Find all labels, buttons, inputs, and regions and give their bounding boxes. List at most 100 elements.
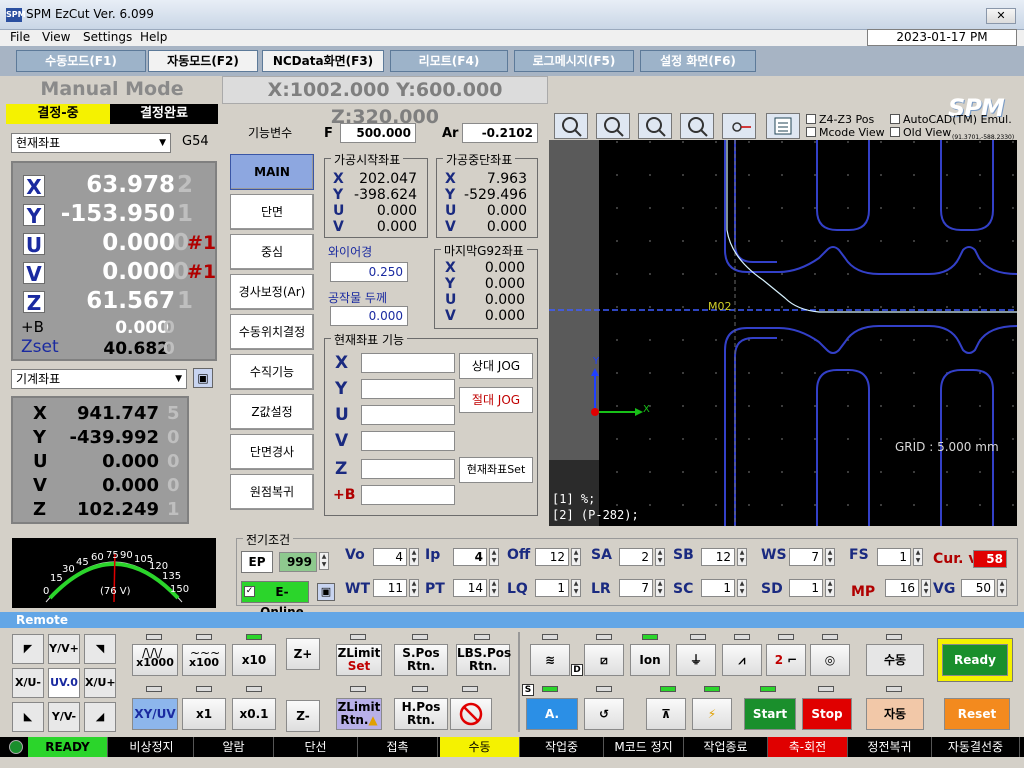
auto-mode-button[interactable]: 자동 xyxy=(866,698,924,730)
jog-up-left-button[interactable]: ◤ xyxy=(12,634,44,664)
coord-type-select[interactable]: 현재좌표 ▼ xyxy=(11,133,171,153)
tank-icon[interactable]: ≋ xyxy=(530,644,570,676)
jog-down-right-button[interactable]: ◢ xyxy=(84,702,116,732)
manual-mode-button[interactable]: 수동 xyxy=(866,644,924,676)
tension-icon[interactable]: ↺ xyxy=(584,698,624,730)
status-decided[interactable]: 결정완료 xyxy=(110,104,218,124)
spark-wave-icon[interactable]: ⩘ xyxy=(722,644,762,676)
ion-button[interactable]: Ion xyxy=(630,644,670,676)
cur-v-input[interactable] xyxy=(361,431,455,451)
lbspos-rtn-button[interactable]: LBS.Pos Rtn. xyxy=(456,644,511,676)
coil-icon[interactable]: ◎ xyxy=(810,644,850,676)
param-fs-spin[interactable]: ▲ ▼ xyxy=(913,548,923,566)
param-sa-value[interactable]: 2 xyxy=(619,548,653,566)
jog-xu-minus-button[interactable]: X/U- xyxy=(12,668,44,698)
cad-view[interactable]: M02 X Y GRID : 5.000 mm [1] %; [2] (P-28… xyxy=(549,140,1017,526)
param-lr-spin[interactable]: ▲ ▼ xyxy=(655,579,665,597)
thickness-input[interactable]: 0.000 xyxy=(330,306,408,326)
param-lq-value[interactable]: 1 xyxy=(535,579,569,597)
tab-log[interactable]: 로그메시지(F5) xyxy=(514,50,634,72)
param-pt-value[interactable]: 14 xyxy=(453,579,487,597)
z4z3-checkbox[interactable]: Z4-Z3 Pos xyxy=(806,113,874,126)
jog-uv0-button[interactable]: UV.0 xyxy=(48,668,80,698)
tilt-correct-button[interactable]: 경사보정(Ar) xyxy=(230,274,314,310)
menu-settings[interactable]: Settings xyxy=(83,30,132,44)
tab-remote[interactable]: 리모트(F4) xyxy=(390,50,508,72)
start-button[interactable]: Start xyxy=(744,698,796,730)
wire-cut-icon[interactable]: ⧄ xyxy=(584,644,624,676)
param-sc-spin[interactable]: ▲ ▼ xyxy=(737,579,747,597)
param-sc-value[interactable]: 1 xyxy=(701,579,735,597)
save-icon[interactable]: ▣ xyxy=(317,583,335,601)
param-off-value[interactable]: 12 xyxy=(535,548,569,566)
vertical-button[interactable]: 수직기능 xyxy=(230,354,314,390)
param-wt-value[interactable]: 11 xyxy=(373,579,407,597)
home-return-button[interactable]: 원점복귀 xyxy=(230,474,314,510)
zlimit-rtn-button[interactable]: ZLimit Rtn.▲ xyxy=(336,698,382,730)
z-set-button[interactable]: Z값설정 xyxy=(230,394,314,430)
ep-value[interactable]: 999 xyxy=(279,552,317,572)
param-vg-value[interactable]: 50 xyxy=(961,579,995,597)
z-minus-button[interactable]: Z- xyxy=(286,700,320,732)
reset-button[interactable]: Reset xyxy=(944,698,1010,730)
param-ip-value[interactable]: 4 xyxy=(453,548,487,566)
param-sa-spin[interactable]: ▲ ▼ xyxy=(655,548,665,566)
z-plus-button[interactable]: Z+ xyxy=(286,638,320,670)
param-vo-spin[interactable]: ▲ ▼ xyxy=(409,548,419,566)
machine-coord-select[interactable]: 기계좌표 ▼ xyxy=(11,369,187,389)
param-sd-value[interactable]: 1 xyxy=(789,579,823,597)
step-x1-button[interactable]: x1 xyxy=(182,698,226,730)
param-lr-value[interactable]: 7 xyxy=(619,579,653,597)
ready-button[interactable]: Ready xyxy=(942,644,1008,676)
zoom-b-icon[interactable] xyxy=(638,113,672,139)
tab-ncdata[interactable]: NCData화면(F3) xyxy=(262,50,384,72)
absolute-jog-button[interactable]: 절대 JOG xyxy=(459,387,533,413)
param-sb-value[interactable]: 12 xyxy=(701,548,735,566)
manual-position-button[interactable]: 수동위치결정 xyxy=(230,314,314,350)
wire-feed-icon[interactable]: ⊼ xyxy=(646,698,686,730)
face-tilt-button[interactable]: 단면경사 xyxy=(230,434,314,470)
menu-view[interactable]: View xyxy=(42,30,70,44)
f-input[interactable]: 500.000 xyxy=(340,123,416,143)
coord-set-button[interactable]: 현재좌표Set xyxy=(459,457,533,483)
xyuv-button[interactable]: XY/UV xyxy=(132,698,178,730)
menu-file[interactable]: File xyxy=(10,30,30,44)
ep-spin[interactable]: ▲ ▼ xyxy=(319,552,329,570)
relative-jog-button[interactable]: 상대 JOG xyxy=(459,353,533,379)
param-sb-spin[interactable]: ▲ ▼ xyxy=(737,548,747,566)
ep-button[interactable]: EP xyxy=(241,551,273,573)
tab-settings[interactable]: 설정 화면(F6) xyxy=(640,50,756,72)
jog-down-left-button[interactable]: ◣ xyxy=(12,702,44,732)
hpos-disabled-button[interactable] xyxy=(450,698,492,730)
param-ip-spin[interactable]: ▲ ▼ xyxy=(489,548,499,566)
tab-auto[interactable]: 자동모드(F2) xyxy=(148,50,258,72)
zlimit-set-button[interactable]: ZLimit Set xyxy=(336,644,382,676)
jog-yv-plus-button[interactable]: Y/V+ xyxy=(48,634,80,664)
param-fs-value[interactable]: 1 xyxy=(877,548,911,566)
main-button[interactable]: MAIN xyxy=(230,154,314,190)
param-sd-spin[interactable]: ▲ ▼ xyxy=(825,579,835,597)
zoom-window-icon[interactable] xyxy=(554,113,588,139)
face-button[interactable]: 단면 xyxy=(230,194,314,230)
oldview-checkbox[interactable]: Old View xyxy=(890,126,951,139)
param-pt-spin[interactable]: ▲ ▼ xyxy=(489,579,499,597)
close-button[interactable]: ✕ xyxy=(986,8,1016,24)
param-vg-spin[interactable]: ▲ ▼ xyxy=(997,579,1007,597)
center-button[interactable]: 중심 xyxy=(230,234,314,270)
cur-x-input[interactable] xyxy=(361,353,455,373)
step2-icon[interactable]: 2 ⌐ xyxy=(766,644,806,676)
param-vo-value[interactable]: 4 xyxy=(373,548,407,566)
mcode-checkbox[interactable]: Mcode View xyxy=(806,126,885,139)
ar-input[interactable]: -0.2102 xyxy=(462,123,538,143)
power-icon[interactable]: ⚡ xyxy=(692,698,732,730)
param-wt-spin[interactable]: ▲ ▼ xyxy=(409,579,419,597)
param-lq-spin[interactable]: ▲ ▼ xyxy=(571,579,581,597)
param-mp-value[interactable]: 16 xyxy=(885,579,919,597)
cur-y-input[interactable] xyxy=(361,379,455,399)
cur-z-input[interactable] xyxy=(361,459,455,479)
step-x10-button[interactable]: x10 xyxy=(232,644,276,676)
stop-button[interactable]: Stop xyxy=(802,698,852,730)
flush-icon[interactable]: ⏚ xyxy=(676,644,716,676)
param-off-spin[interactable]: ▲ ▼ xyxy=(571,548,581,566)
menu-help[interactable]: Help xyxy=(140,30,167,44)
